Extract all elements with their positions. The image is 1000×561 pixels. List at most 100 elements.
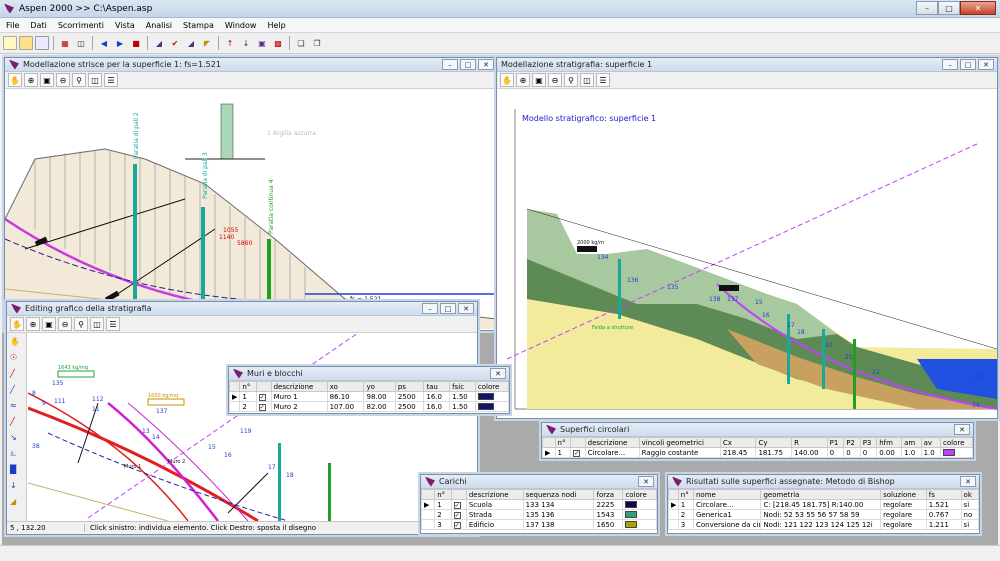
walls-dialog-titlebar[interactable]: Muri e blocchi ✕: [229, 367, 509, 381]
loads-dialog-title: Carichi: [439, 477, 467, 486]
zoom-out-icon[interactable]: ⊖: [548, 73, 562, 87]
label-20: 20: [825, 342, 833, 349]
table-row[interactable]: 2 ✓ Muro 2 107.00 82.00 2500 16.0 1.50: [228, 401, 510, 412]
next-icon[interactable]: ▶: [113, 36, 127, 50]
editing-toolbar: ✋ ⊕ ▣ ⊖ ⚲ ◫ ☰: [7, 316, 477, 333]
zoom-all-icon[interactable]: ⚲: [74, 317, 88, 331]
zoom-window-icon[interactable]: ▣: [532, 73, 546, 87]
copy-icon[interactable]: ❏: [294, 36, 308, 50]
window-icon: [11, 303, 21, 314]
table-row[interactable]: 2 ✓ Strada 135 136 1543: [420, 509, 657, 520]
layer-tool-icon[interactable]: ╱: [10, 385, 24, 398]
surface-tool-icon[interactable]: ╱: [10, 417, 24, 430]
print-icon[interactable]: ◫: [74, 36, 88, 50]
strips-window: Modellazione strisce per la superficie 1…: [4, 57, 498, 331]
window-min-button[interactable]: –: [422, 303, 438, 314]
zoom-out-icon[interactable]: ⊖: [56, 73, 70, 87]
prev-icon[interactable]: ◀: [97, 36, 111, 50]
print-icon[interactable]: ◫: [88, 73, 102, 87]
hand-icon[interactable]: ✋: [8, 73, 22, 87]
zoom-window-icon[interactable]: ▣: [42, 317, 56, 331]
zoom-all-icon[interactable]: ⚲: [72, 73, 86, 87]
anchors-icon[interactable]: ↑: [223, 36, 237, 50]
window-close-button[interactable]: ✕: [978, 59, 994, 70]
table-row[interactable]: 3Conversione da circolareNodi: 121 122 1…: [668, 519, 980, 530]
window-close-button[interactable]: ✕: [458, 303, 474, 314]
water-tool-icon[interactable]: ≈: [10, 401, 24, 414]
menu-scorrimenti[interactable]: Scorrimenti: [58, 21, 104, 30]
print-icon[interactable]: ◫: [90, 317, 104, 331]
menu-analisi[interactable]: Analisi: [146, 21, 172, 30]
circular-surfaces-titlebar[interactable]: Superfici circolari ✕: [542, 423, 973, 437]
paste-icon[interactable]: ❐: [310, 36, 324, 50]
window-restore-button[interactable]: □: [960, 59, 976, 70]
node-tool-icon[interactable]: ☉: [10, 353, 24, 366]
hand-icon[interactable]: ✋: [500, 73, 514, 87]
pile-tool-icon[interactable]: ⎁: [10, 449, 24, 462]
menu-help[interactable]: Help: [267, 21, 285, 30]
zoom-in-icon[interactable]: ⊕: [26, 317, 40, 331]
chart-icon[interactable]: ▩: [271, 36, 285, 50]
menu-dati[interactable]: Dati: [30, 21, 46, 30]
menu-file[interactable]: File: [6, 21, 19, 30]
wall-tool-icon[interactable]: █: [10, 465, 24, 478]
table-row[interactable]: ▶ 1 ✓ Muro 1 86.10 98.00 2500 16.0 1.50: [228, 391, 510, 402]
hand-icon[interactable]: ✋: [10, 317, 24, 331]
settings-icon[interactable]: ☰: [106, 317, 120, 331]
table-row[interactable]: 3 ✓ Edificio 137 138 1650: [420, 519, 657, 530]
slope-icon[interactable]: ◢: [152, 36, 166, 50]
print-icon[interactable]: ◫: [580, 73, 594, 87]
close-button[interactable]: ✕: [960, 1, 996, 15]
layer-icon[interactable]: ◤: [200, 36, 214, 50]
table-row[interactable]: ▶ 1 ✓ Scuola 133 134 2225: [420, 499, 657, 510]
open-icon[interactable]: [19, 36, 33, 50]
zoom-window-icon[interactable]: ▣: [40, 73, 54, 87]
anchor-tool-icon[interactable]: ↘: [10, 433, 24, 446]
line-tool-icon[interactable]: ╱: [10, 369, 24, 382]
loads-dialog-titlebar[interactable]: Carichi ✕: [421, 475, 657, 489]
results-dialog-titlebar[interactable]: Risultati sulle superfici assegnate: Met…: [668, 475, 979, 489]
block-tool-icon[interactable]: ◢: [10, 497, 24, 510]
node-11: 11: [92, 406, 100, 413]
window-restore-button[interactable]: □: [440, 303, 456, 314]
surface-icon[interactable]: ◢: [184, 36, 198, 50]
main-toolbar: ▦ ◫ ◀ ▶ ■ ◢ ✔ ◢ ◤ ↑ ↓ ▣ ▩ ❏ ❐: [0, 33, 1000, 54]
editing-window-titlebar[interactable]: Editing grafico della stratigrafia – □ ✕: [7, 302, 477, 316]
zoom-all-icon[interactable]: ⚲: [564, 73, 578, 87]
dialog-close-button[interactable]: ✕: [490, 368, 506, 379]
check-icon[interactable]: ✔: [168, 36, 182, 50]
menu-stampa[interactable]: Stampa: [183, 21, 214, 30]
settings-icon[interactable]: ☰: [596, 73, 610, 87]
window-restore-button[interactable]: □: [460, 59, 476, 70]
wall-icon[interactable]: ▣: [255, 36, 269, 50]
piles-icon[interactable]: ↓: [239, 36, 253, 50]
minimize-button[interactable]: –: [916, 1, 938, 15]
table-row[interactable]: ▶ 1 Circolare... C: [218.45 181.75] R:140.0…: [668, 499, 980, 510]
zoom-out-icon[interactable]: ⊖: [58, 317, 72, 331]
strips-window-titlebar[interactable]: Modellazione strisce per la superficie 1…: [5, 58, 497, 72]
save-icon[interactable]: [35, 36, 49, 50]
window-min-button[interactable]: –: [442, 59, 458, 70]
table-row[interactable]: 2 Generica1 Nodi: 52 53 55 56 57 58 59 rego…: [668, 509, 980, 520]
menu-vista[interactable]: Vista: [115, 21, 135, 30]
zoom-in-icon[interactable]: ⊕: [516, 73, 530, 87]
load-tool-icon[interactable]: ↓: [10, 481, 24, 494]
dialog-close-button[interactable]: ✕: [960, 476, 976, 487]
report-icon[interactable]: ■: [129, 36, 143, 50]
label-1055: 1055: [223, 227, 238, 234]
window-min-button[interactable]: –: [942, 59, 958, 70]
window-close-button[interactable]: ✕: [478, 59, 494, 70]
stratigraphy-window-titlebar[interactable]: Modellazione stratigrafia: superficie 1 …: [497, 58, 997, 72]
label-falda: Falda a strutture: [592, 325, 633, 331]
settings-icon[interactable]: ☰: [104, 73, 118, 87]
zoom-in-icon[interactable]: ⊕: [24, 73, 38, 87]
table-row[interactable]: ▶ 1 ✓ Circolare... Raggio costante 218.45 181.…: [542, 447, 973, 458]
new-icon[interactable]: [3, 36, 17, 50]
grid-icon[interactable]: ▦: [58, 36, 72, 50]
node-135: 135: [52, 380, 64, 387]
dialog-close-button[interactable]: ✕: [638, 476, 654, 487]
pointer-tool-icon[interactable]: ✋: [10, 337, 24, 350]
dialog-close-button[interactable]: ✕: [954, 424, 970, 435]
maximize-button[interactable]: □: [938, 1, 960, 15]
menu-window[interactable]: Window: [225, 21, 257, 30]
